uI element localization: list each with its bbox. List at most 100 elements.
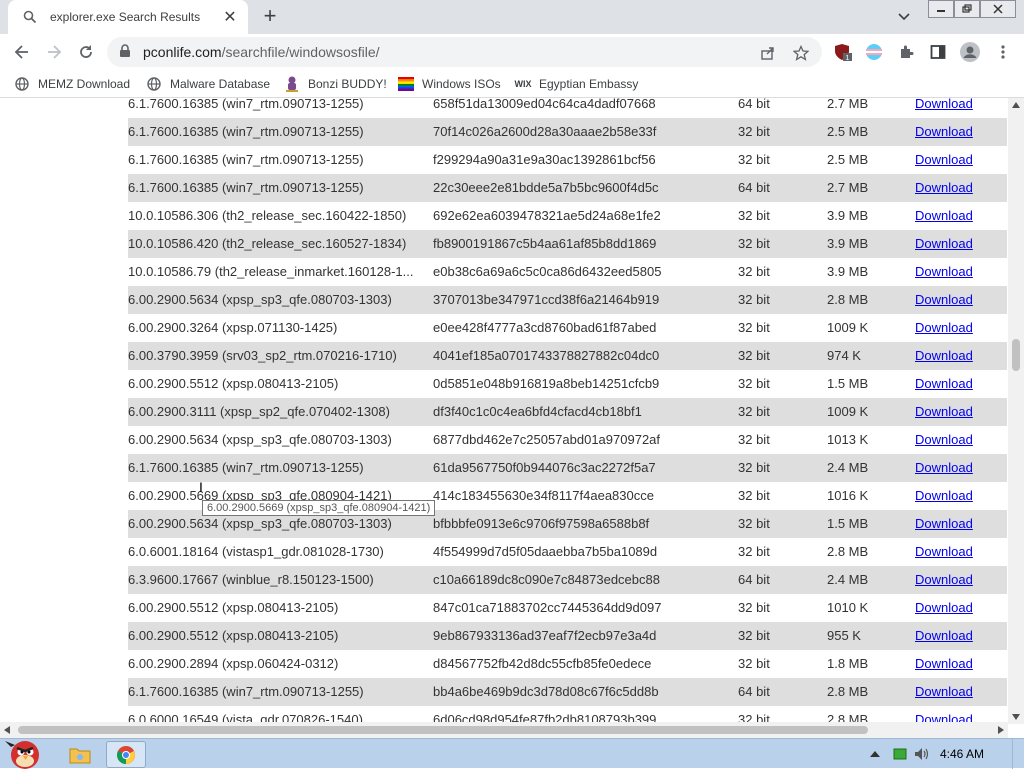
table-row: 6.1.7600.16385 (win7_rtm.090713-1255) 658… [128, 98, 1007, 118]
download-link[interactable]: Download [915, 292, 973, 307]
table-row: 6.1.7600.16385 (win7_rtm.090713-1255) f29… [128, 146, 1007, 174]
download-link[interactable]: Download [915, 124, 973, 139]
forward-button[interactable] [42, 40, 66, 64]
file-size-cell: 2.8 MB [827, 684, 869, 699]
taskbar: 4:46 AM [0, 738, 1024, 769]
table-row: 6.00.2900.5634 (xpsp_sp3_qfe.080703-1303… [128, 426, 1007, 454]
bookmark-malware-database[interactable]: Malware Database [146, 74, 270, 94]
file-size-cell: 2.5 MB [827, 152, 869, 167]
url-path: /searchfile/windowsosfile/ [221, 44, 380, 60]
table-row: 6.1.7600.16385 (win7_rtm.090713-1255) bb4… [128, 678, 1007, 706]
download-link[interactable]: Download [915, 208, 973, 223]
tab-active[interactable]: explorer.exe Search Results ✕ [8, 0, 248, 34]
show-desktop-button[interactable] [1012, 739, 1024, 769]
folder-icon [69, 748, 91, 763]
star-bookmark-icon[interactable] [792, 44, 810, 62]
shield-extension-icon[interactable]: 1 [833, 42, 853, 62]
file-size-cell: 2.4 MB [827, 572, 869, 587]
reload-button[interactable] [74, 40, 98, 64]
url-text[interactable]: pconlife.com/searchfile/windowsosfile/ [143, 44, 380, 60]
angry-bird-icon [5, 741, 39, 769]
architecture-cell: 32 bit [738, 208, 770, 223]
download-link[interactable]: Download [915, 264, 973, 279]
horizontal-scrollbar[interactable] [0, 722, 1008, 738]
table-row: 6.00.3790.3959 (srv03_sp2_rtm.070216-171… [128, 342, 1007, 370]
download-link[interactable]: Download [915, 656, 973, 671]
md5-hash-cell: 692e62ea6039478321ae5d24a68e1fe2 [433, 208, 661, 223]
bookmarks-bar: MEMZ Download Malware Database Bonzi BUD… [0, 70, 1024, 98]
network-status-icon[interactable] [892, 747, 908, 761]
download-link[interactable]: Download [915, 320, 973, 335]
architecture-cell: 32 bit [738, 544, 770, 559]
download-link[interactable]: Download [915, 460, 973, 475]
file-size-cell: 1.5 MB [827, 516, 869, 531]
bookmark-label: MEMZ Download [38, 77, 131, 91]
download-link[interactable]: Download [915, 628, 973, 643]
md5-hash-cell: c10a66189dc8c090e7c84873edcebc88 [433, 572, 660, 587]
kebab-menu-icon[interactable] [993, 42, 1013, 62]
download-link[interactable]: Download [915, 98, 973, 111]
architecture-cell: 32 bit [738, 460, 770, 475]
download-link[interactable]: Download [915, 152, 973, 167]
download-link[interactable]: Download [915, 404, 973, 419]
side-panel-icon[interactable] [928, 42, 948, 62]
lock-icon[interactable] [119, 43, 131, 61]
download-link[interactable]: Download [915, 684, 973, 699]
bookmark-windows-isos[interactable]: Windows ISOs [398, 74, 501, 94]
puzzle-extensions-icon[interactable] [896, 42, 916, 62]
file-size-cell: 2.7 MB [827, 98, 869, 111]
file-size-cell: 1013 K [827, 432, 869, 447]
architecture-cell: 32 bit [738, 320, 770, 335]
back-button[interactable] [10, 40, 34, 64]
bookmark-egyptian-embassy[interactable]: WIX Egyptian Embassy [515, 74, 639, 94]
download-link[interactable]: Download [915, 572, 973, 587]
scroll-right-arrow-icon[interactable] [998, 726, 1004, 734]
download-link[interactable]: Download [915, 544, 973, 559]
file-version-cell: 6.00.2900.5634 (xpsp_sp3_qfe.080703-1303… [128, 432, 392, 447]
download-link[interactable]: Download [915, 376, 973, 391]
address-bar[interactable]: pconlife.com/searchfile/windowsosfile/ [107, 37, 822, 67]
download-link[interactable]: Download [915, 600, 973, 615]
close-tab-icon[interactable]: ✕ [220, 7, 240, 27]
file-version-cell: 6.00.2900.5512 (xpsp.080413-2105) [128, 600, 339, 615]
scroll-up-arrow-icon[interactable] [1012, 102, 1020, 108]
vertical-scrollbar-thumb[interactable] [1012, 339, 1020, 371]
share-icon[interactable] [759, 44, 777, 62]
table-row: 6.1.7600.16385 (win7_rtm.090713-1255) 22c… [128, 174, 1007, 202]
bookmark-memz-download[interactable]: MEMZ Download [14, 74, 130, 94]
system-clock[interactable]: 4:46 AM [940, 747, 984, 761]
file-explorer-taskbar-button[interactable] [60, 741, 100, 768]
profile-avatar-icon[interactable] [960, 42, 980, 62]
start-button[interactable] [0, 733, 48, 769]
md5-hash-cell: bfbbbfe0913e6c9706f97598a6588b8f [433, 516, 650, 531]
volume-icon[interactable] [914, 747, 930, 761]
search-icon [22, 9, 38, 25]
close-window-button[interactable] [980, 0, 1016, 18]
architecture-cell: 64 bit [738, 684, 770, 699]
download-link[interactable]: Download [915, 516, 973, 531]
bookmark-bonzi-buddy[interactable]: Bonzi BUDDY! [284, 74, 387, 94]
table-row: 6.00.2900.5512 (xpsp.080413-2105) 847c01c… [128, 594, 1007, 622]
restore-button[interactable] [954, 0, 980, 18]
download-link[interactable]: Download [915, 432, 973, 447]
extension-badge: 1 [846, 55, 850, 62]
new-tab-button[interactable]: + [258, 5, 282, 29]
file-version-cell: 6.1.7600.16385 (win7_rtm.090713-1255) [128, 684, 364, 699]
scroll-down-arrow-icon[interactable] [1012, 714, 1020, 720]
table-row: 6.0.6001.18164 (vistasp1_gdr.081028-1730… [128, 538, 1007, 566]
download-link[interactable]: Download [915, 180, 973, 195]
show-hidden-icons-icon[interactable] [867, 747, 883, 761]
download-link[interactable]: Download [915, 236, 973, 251]
tab-search-chevron-icon[interactable] [897, 9, 913, 25]
minimize-button[interactable] [928, 0, 954, 18]
md5-hash-cell: 3707013be347971ccd38f6a21464b919 [433, 292, 660, 307]
horizontal-scrollbar-thumb[interactable] [18, 726, 868, 734]
file-size-cell: 1.5 MB [827, 376, 869, 391]
tab-title: explorer.exe Search Results [50, 10, 201, 24]
flag-extension-icon[interactable] [864, 42, 884, 62]
vertical-scrollbar[interactable] [1008, 98, 1024, 724]
download-link[interactable]: Download [915, 488, 973, 503]
download-link[interactable]: Download [915, 348, 973, 363]
file-version-cell: 6.00.2900.5634 (xpsp_sp3_qfe.080703-1303… [128, 292, 392, 307]
chrome-taskbar-button[interactable] [106, 741, 146, 768]
